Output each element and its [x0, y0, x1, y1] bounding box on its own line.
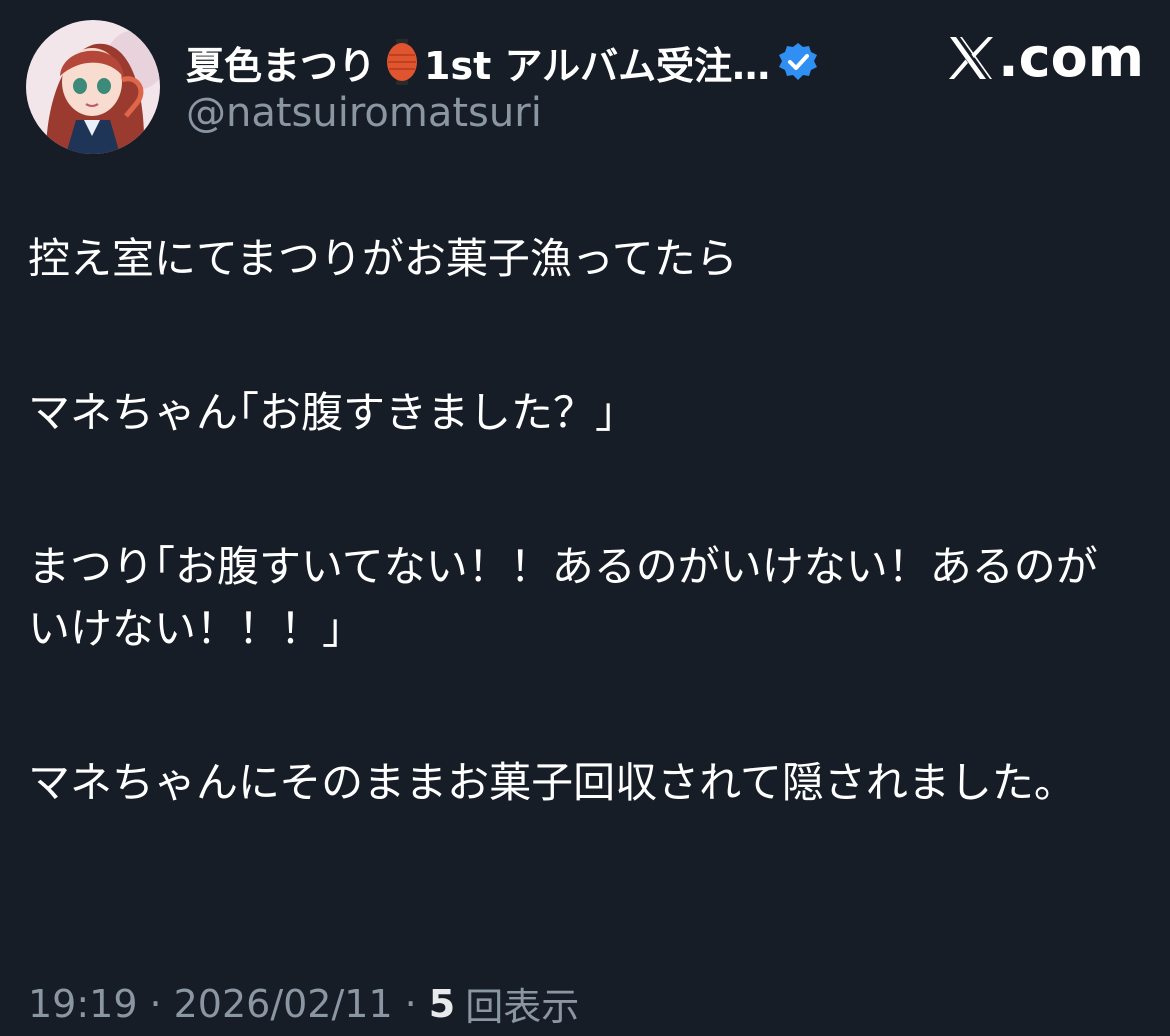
post-paragraph: マネちゃんにそのままお菓子回収されて隠されました。	[28, 758, 1076, 807]
separator-dot: ·	[404, 981, 417, 1026]
paper-lantern-icon	[386, 39, 418, 85]
verified-badge-icon[interactable]	[778, 42, 818, 82]
views-count: 5	[428, 981, 456, 1026]
avatar[interactable]	[26, 20, 160, 154]
brand-label: .com	[998, 26, 1144, 89]
post-time[interactable]: 19:19	[28, 982, 138, 1026]
post-paragraph: まつり｢お腹すいてない！！あるのがいけない！あるのがいけない！！！」	[28, 542, 1098, 653]
post-text: 控え室にてまつりがお菓子漁ってたら マネちゃん｢お腹すきました？」 まつり｢お腹…	[28, 228, 1128, 814]
post-meta: 19:19 · 2026/02/11 · 5 回表示	[28, 976, 579, 1031]
x-logo-icon	[949, 36, 994, 79]
post-card: 夏色まつり 1st アルバム受注… @natsuiromatsuri .com …	[0, 0, 1170, 1036]
x-com-brand[interactable]: .com	[946, 26, 1144, 89]
name-suffix: 1st アルバム受注…	[424, 43, 771, 88]
user-handle[interactable]: @natsuiromatsuri	[186, 90, 542, 136]
post-paragraph: マネちゃん｢お腹すきました？」	[28, 388, 638, 437]
name-row[interactable]: 夏色まつり 1st アルバム受注…	[186, 34, 818, 90]
views-label: 回表示	[465, 985, 580, 1029]
display-name[interactable]: 夏色まつり	[186, 35, 376, 90]
post-paragraph: 控え室にてまつりがお菓子漁ってたら	[28, 234, 738, 283]
post-date[interactable]: 2026/02/11	[174, 982, 393, 1026]
separator-dot: ·	[149, 981, 162, 1026]
